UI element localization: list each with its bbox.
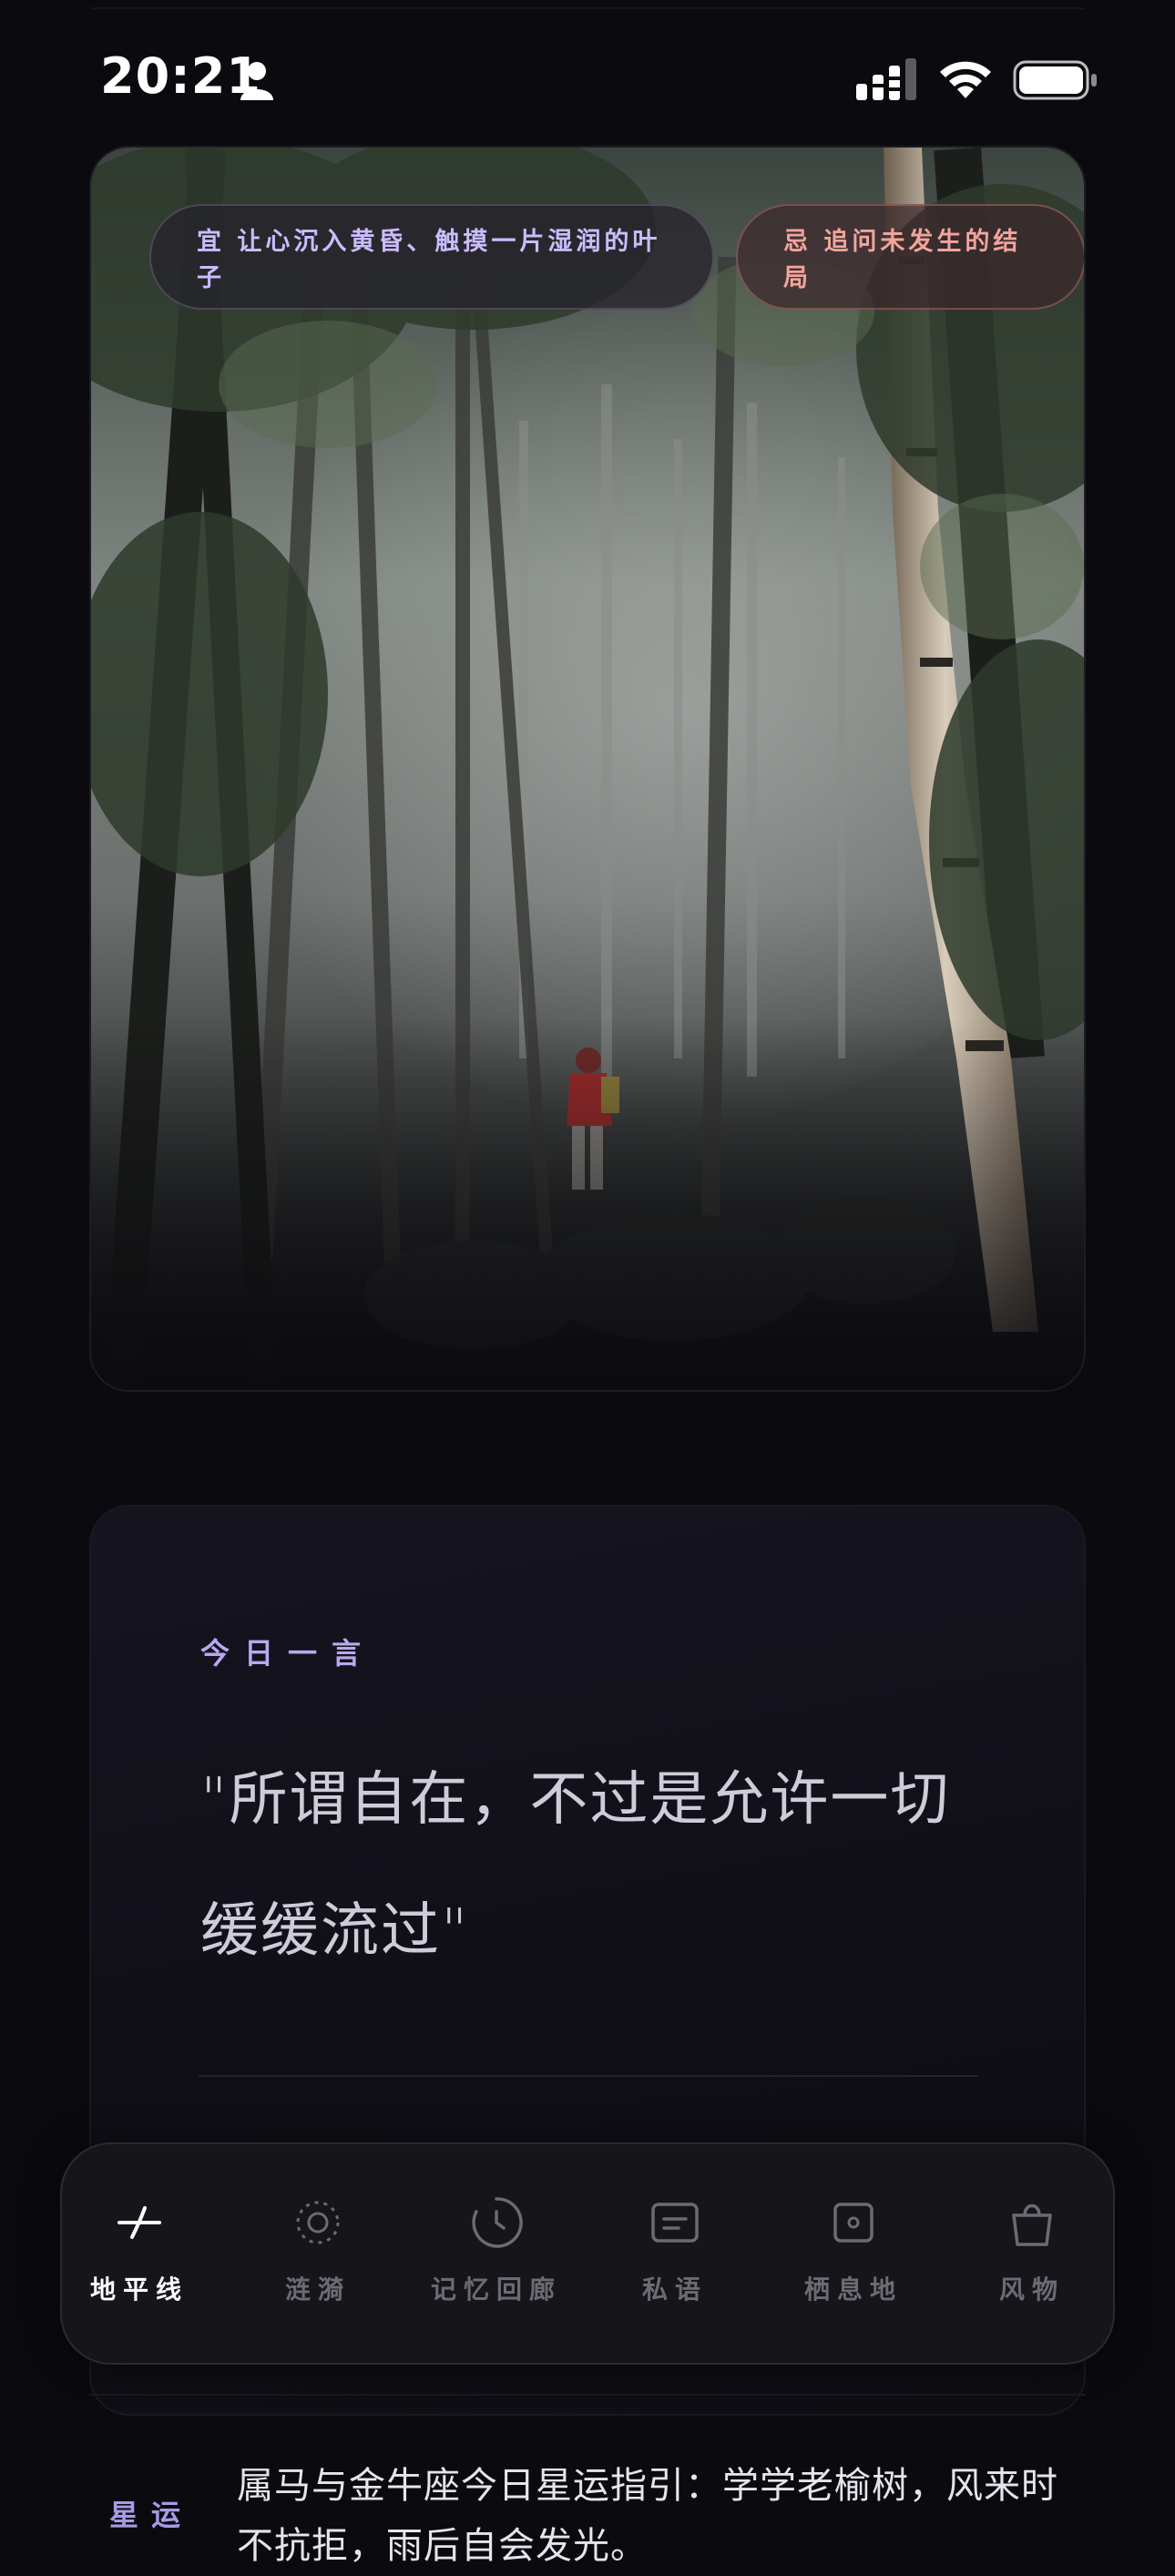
quote-label: 今日一言 <box>200 1636 376 1671</box>
horoscope-divider <box>89 2394 1086 2396</box>
quote-text: "所谓自在，不过是允许一切缓缓流过" <box>200 1766 951 1965</box>
quote-divider <box>199 2075 978 2077</box>
tab-memory[interactable]: 记忆回廊 <box>419 2195 574 2323</box>
tab-goods-label: 风物 <box>998 2274 1065 2305</box>
person-icon <box>240 62 273 100</box>
bag-icon <box>1012 2203 1052 2246</box>
hero-image-card[interactable]: 宜 让心沉入黄昏、触摸一片湿润的叶子 忌 追问未发生的结局 <box>89 146 1086 1392</box>
clock-icon <box>472 2197 523 2248</box>
tab-ripple[interactable]: 涟漪 <box>240 2195 395 2323</box>
wifi-icon <box>940 61 991 98</box>
message-icon <box>651 2203 699 2243</box>
cellular-signal-icon <box>856 58 916 100</box>
tab-whisper[interactable]: 私语 <box>598 2195 752 2323</box>
tab-habitat-label: 栖息地 <box>803 2274 903 2305</box>
tab-habitat[interactable]: 栖息地 <box>776 2195 931 2323</box>
bottom-tab-bar: 地平线 涟漪 记忆回廊 私语 栖息地 风物 <box>60 2142 1115 2365</box>
battery-icon <box>1013 60 1097 100</box>
status-time: 20:21 <box>100 47 261 105</box>
tab-ripple-label: 涟漪 <box>284 2274 351 2305</box>
tab-horizon-label: 地平线 <box>89 2274 189 2305</box>
yi-suggestion-pill[interactable]: 宜 让心沉入黄昏、触摸一片湿润的叶子 <box>149 204 714 310</box>
forest-photo <box>91 148 1084 1390</box>
tab-memory-label: 记忆回廊 <box>430 2274 562 2305</box>
tab-horizon[interactable]: 地平线 <box>62 2195 217 2323</box>
top-divider <box>91 7 1084 9</box>
status-bar: 20:21 <box>0 0 1175 146</box>
horoscope-label: 星运 <box>109 2498 194 2532</box>
horoscope-text: 属马与金牛座今日星运指引：学学老榆树，风来时不抗拒，雨后自会发光。 <box>237 2465 1058 2567</box>
ripple-icon <box>296 2201 340 2244</box>
tab-whisper-label: 私语 <box>641 2274 708 2305</box>
habitat-icon <box>833 2203 874 2243</box>
ji-suggestion-pill[interactable]: 忌 追问未发生的结局 <box>736 204 1084 310</box>
horizon-icon <box>118 2206 161 2239</box>
tab-goods[interactable]: 风物 <box>955 2195 1109 2323</box>
